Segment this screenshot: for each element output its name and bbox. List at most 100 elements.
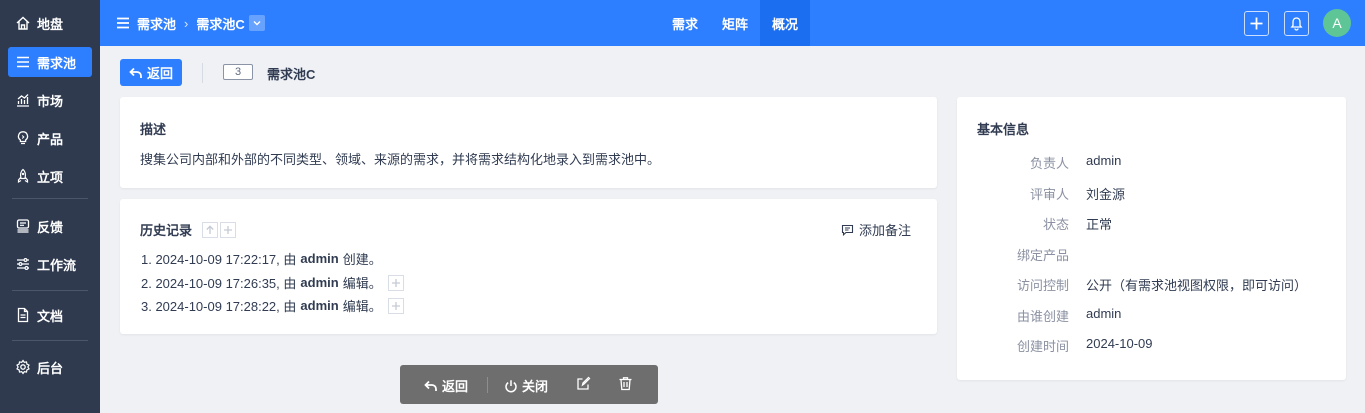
expand-entry-button[interactable] [387,274,404,291]
info-row-reviewer: 评审人 刘金源 [957,184,1346,204]
history-entry-action: 编辑。 [342,299,382,314]
lightbulb-icon [17,131,29,145]
info-label: 负责人 [1029,156,1069,171]
breadcrumb-root[interactable]: 需求池 [137,14,176,33]
toolbar-divider [202,63,203,83]
notifications-button[interactable] [1284,11,1309,36]
back-arrow-icon [424,380,437,391]
sidebar-item-label: 地盘 [37,16,64,32]
close-button-label: 关闭 [522,379,549,394]
sidebar-divider [12,198,88,199]
info-label: 评审人 [1029,187,1069,202]
sidebar-item-market[interactable]: 市场 [8,85,92,115]
info-row-owner: 负责人 admin [957,153,1346,173]
sidebar-item-product[interactable]: 产品 [8,123,92,153]
document-icon [17,307,29,323]
description-text: 搜集公司内部和外部的不同类型、领域、来源的需求，并将需求结构化地录入到需求池中。 [140,152,661,167]
sidebar-item-docs[interactable]: 文档 [8,300,92,330]
description-card: 描述 搜集公司内部和外部的不同类型、领域、来源的需求，并将需求结构化地录入到需求… [120,97,937,188]
comment-icon [841,224,854,236]
history-entry-text: 1. 2024-10-09 17:22:17, 由 [141,252,297,267]
sidebar-item-demandpool[interactable]: 需求池 [8,47,92,77]
bell-icon [1290,17,1303,31]
pool-switcher-button[interactable] [248,15,265,31]
home-icon [16,16,30,30]
rocket-icon [17,168,29,184]
info-label: 绑定产品 [1016,248,1069,263]
workflow-icon [17,257,29,271]
plus-icon [1250,17,1263,30]
history-entry-user: admin [300,298,339,313]
tab-demands[interactable]: 需求 [660,0,710,46]
history-entry: 1. 2024-10-09 17:22:17, 由 admin 创建。 [141,249,382,268]
sidebar-item-label: 后台 [37,360,64,376]
trash-icon [619,377,632,391]
info-value: 公开（有需求池视图权限，即可访问） [1086,278,1308,293]
sidebar-item-workflow[interactable]: 工作流 [8,249,92,279]
add-note-label: 添加备注 [858,223,911,238]
sidebar-item-dashboard[interactable]: 地盘 [8,8,92,38]
action-bar-divider [487,377,488,393]
main-tabs: 需求 矩阵 概况 [660,0,811,46]
info-row-access: 访问控制 公开（有需求池视图权限，即可访问） [957,275,1346,295]
edit-icon [577,376,591,390]
sidebar-item-feedback[interactable]: 反馈 [8,211,92,241]
sidebar-item-label: 需求池 [37,55,77,71]
page-title: 需求池C [267,67,316,82]
expand-all-button[interactable] [220,221,237,238]
info-value: 正常 [1086,217,1113,232]
description-title: 描述 [140,122,167,137]
add-note-button[interactable]: 添加备注 [841,220,911,239]
action-bar: 返回 关闭 [400,365,658,404]
chevron-right-icon: › [184,15,189,31]
sidebar-item-label: 反馈 [37,219,64,235]
info-row-products: 绑定产品 [957,245,1346,265]
plus-icon [391,278,400,287]
info-row-status: 状态 正常 [957,214,1346,234]
expand-entry-button[interactable] [387,297,404,314]
info-row-created-by: 由谁创建 admin [957,306,1346,326]
bottom-back-button[interactable]: 返回 [424,376,468,395]
sidebar-divider [12,290,88,291]
edit-button[interactable] [576,376,595,391]
history-entry-text: 2. 2024-10-09 17:26:35, 由 [141,276,297,291]
sidebar-item-project[interactable]: 立项 [8,161,92,191]
history-entry-action: 编辑。 [342,276,382,291]
history-entry: 2. 2024-10-09 17:26:35, 由 admin 编辑。 [141,273,404,292]
info-label: 访问控制 [1016,278,1069,293]
sidebar-item-label: 市场 [37,93,64,109]
menu-lines-icon [17,56,29,68]
menu-lines-icon [117,17,129,29]
delete-button[interactable] [618,376,637,391]
history-entry-text: 3. 2024-10-09 17:28:22, 由 [141,299,297,314]
power-icon [505,379,517,392]
plus-icon [224,225,233,234]
history-title: 历史记录 [140,223,193,238]
info-value: admin [1086,306,1122,321]
feedback-icon [16,219,30,233]
info-label: 创建时间 [1016,339,1069,354]
back-button[interactable]: 返回 [120,59,182,86]
chevron-down-icon [253,21,261,26]
avatar[interactable]: A [1323,9,1351,37]
bottom-back-label: 返回 [442,379,469,394]
top-header: 需求池 › 需求池C 需求 矩阵 概况 A [100,0,1365,46]
breadcrumb: 需求池 › 需求池C [116,0,265,46]
history-entry: 3. 2024-10-09 17:28:22, 由 admin 编辑。 [141,296,404,315]
back-arrow-icon [129,67,142,78]
create-button[interactable] [1244,11,1269,36]
history-card: 历史记录 添加备注 1. 2024-10-09 17:22:17, 由 admin… [120,199,937,334]
info-row-created-date: 创建时间 2024-10-09 [957,336,1346,356]
sidebar-item-label: 工作流 [37,257,77,273]
plus-icon [391,301,400,310]
sidebar-item-admin[interactable]: 后台 [8,352,92,382]
tab-matrix[interactable]: 矩阵 [710,0,760,46]
back-button-label: 返回 [146,66,173,81]
close-button[interactable]: 关闭 [504,376,548,395]
history-entry-action: 创建。 [342,252,382,267]
breadcrumb-current[interactable]: 需求池C [196,14,244,33]
sort-history-button[interactable] [202,221,219,238]
history-entry-user: admin [300,251,339,266]
tab-overview[interactable]: 概况 [760,0,811,46]
basic-info-title: 基本信息 [977,122,1030,137]
